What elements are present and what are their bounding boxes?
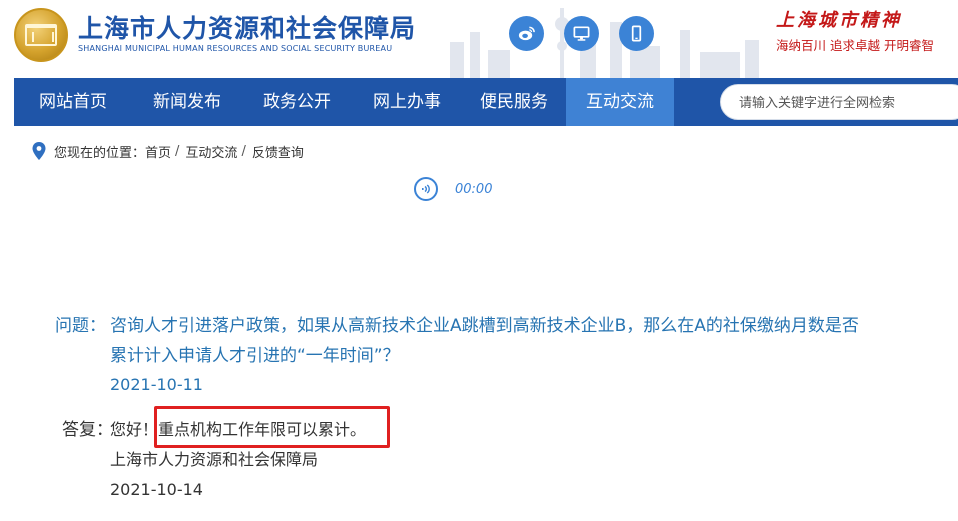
city-spirit-slogan: 海纳百川 追求卓越 开明睿智	[776, 38, 934, 53]
audio-time: 00:00	[455, 181, 493, 197]
site-header: 上海市人力资源和社会保障局 SHANGHAI MUNICIPAL HUMAN R…	[0, 0, 958, 78]
breadcrumb-home[interactable]: 首页	[145, 142, 171, 161]
question-text-line1: 咨询人才引进落户政策，如果从高新技术企业A跳槽到高新技术企业B，那么在A的社保缴…	[110, 316, 859, 336]
answer-date: 2021-10-14	[110, 480, 203, 499]
question-label: 问题：	[55, 316, 106, 336]
nav-item-government-affairs[interactable]: 政务公开	[242, 78, 352, 126]
nav-item-public-services[interactable]: 便民服务	[462, 78, 566, 126]
search-input[interactable]	[739, 93, 958, 113]
site-search-box[interactable]	[720, 84, 958, 120]
city-skyline-decoration	[450, 8, 759, 78]
breadcrumb-feedback-query[interactable]: 反馈查询	[252, 142, 304, 161]
site-title[interactable]: 上海市人力资源和社会保障局	[78, 9, 416, 45]
breadcrumb-separator: /	[175, 143, 180, 159]
nav-item-home[interactable]: 网站首页	[14, 78, 132, 126]
answer-organization: 上海市人力资源和社会保障局	[110, 450, 319, 469]
breadcrumb-prefix: 您现在的位置：	[54, 145, 146, 161]
answer-greeting: 您好！	[110, 420, 159, 439]
nav-item-news[interactable]: 新闻发布	[132, 78, 242, 126]
main-nav: 网站首页 新闻发布 政务公开 网上办事 便民服务 互动交流	[14, 78, 958, 126]
answer-label: 答复：	[62, 420, 113, 440]
nav-item-online-services[interactable]: 网上办事	[352, 78, 462, 126]
speaker-icon	[422, 184, 430, 194]
audio-player: 00:00	[414, 177, 492, 201]
question-date: 2021-10-11	[110, 375, 203, 394]
pc-site-button[interactable]	[564, 16, 599, 51]
mobile-site-button[interactable]	[619, 16, 654, 51]
breadcrumb: 您现在的位置： 首页 / 互动交流 / 反馈查询	[32, 141, 304, 161]
mobile-icon	[631, 25, 642, 42]
desktop-icon	[573, 26, 590, 41]
city-spirit-title: 上海城市精神	[776, 10, 902, 31]
site-subtitle: SHANGHAI MUNICIPAL HUMAN RESOURCES AND S…	[78, 44, 393, 53]
nav-item-interaction[interactable]: 互动交流	[566, 78, 674, 126]
bureau-emblem-logo[interactable]	[14, 8, 68, 62]
weibo-button[interactable]	[509, 16, 544, 51]
weibo-icon	[518, 26, 535, 41]
question-text-line2: 累计计入申请人才引进的“一年时间”？	[110, 346, 400, 366]
location-pin-icon	[32, 142, 46, 160]
answer-highlight-box	[154, 406, 390, 448]
breadcrumb-separator: /	[241, 143, 246, 159]
breadcrumb-interaction[interactable]: 互动交流	[185, 142, 237, 161]
audio-play-button[interactable]	[414, 177, 438, 201]
